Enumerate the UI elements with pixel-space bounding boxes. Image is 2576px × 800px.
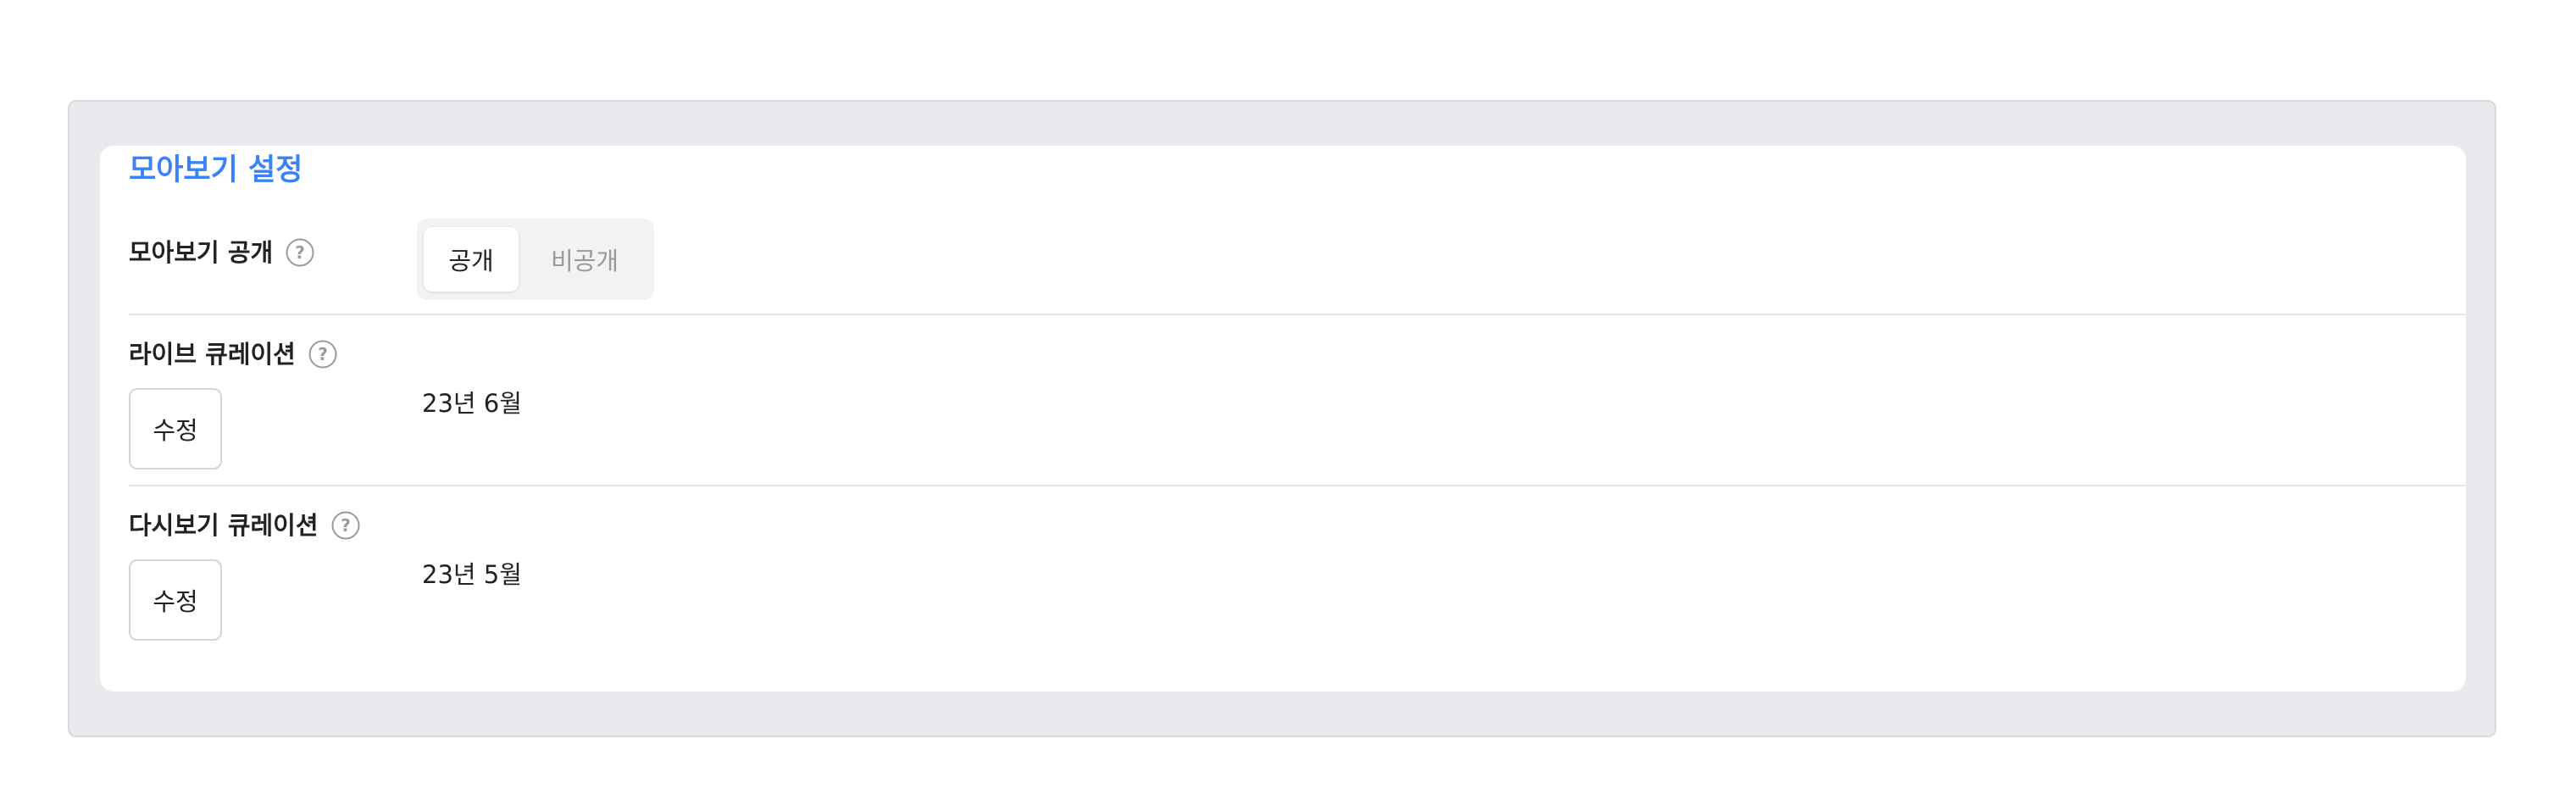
live-curation-label: 라이브 큐레이션 <box>129 340 296 369</box>
svg-text:?: ? <box>318 344 328 364</box>
help-icon[interactable]: ? <box>308 339 338 369</box>
visibility-row-label: 모아보기 공개 ? <box>129 236 315 269</box>
divider <box>129 314 2466 315</box>
visibility-toggle: 공개 비공개 <box>417 219 654 300</box>
live-curation-row-label: 라이브 큐레이션 ? <box>129 337 338 371</box>
live-curation-edit-button[interactable]: 수정 <box>129 388 222 469</box>
svg-text:?: ? <box>341 515 351 536</box>
live-curation-date: 23년 6월 <box>422 389 522 418</box>
visibility-option-public[interactable]: 공개 <box>424 227 519 292</box>
svg-text:?: ? <box>295 242 305 263</box>
help-icon[interactable]: ? <box>285 237 315 268</box>
help-icon[interactable]: ? <box>330 510 361 541</box>
visibility-label: 모아보기 공개 <box>129 238 274 267</box>
replay-curation-date: 23년 5월 <box>422 560 522 589</box>
settings-panel: 모아보기 설정 모아보기 공개 ? 공개 비공개 라이브 큐레이션 ? 수정 2… <box>68 100 2496 737</box>
divider <box>129 485 2466 486</box>
visibility-option-private[interactable]: 비공개 <box>525 227 644 292</box>
replay-curation-label: 다시보기 큐레이션 <box>129 511 319 540</box>
section-title: 모아보기 설정 <box>129 153 303 187</box>
settings-card: 모아보기 설정 모아보기 공개 ? 공개 비공개 라이브 큐레이션 ? 수정 2… <box>100 146 2466 692</box>
replay-curation-row-label: 다시보기 큐레이션 ? <box>129 508 361 542</box>
replay-curation-edit-button[interactable]: 수정 <box>129 559 222 641</box>
